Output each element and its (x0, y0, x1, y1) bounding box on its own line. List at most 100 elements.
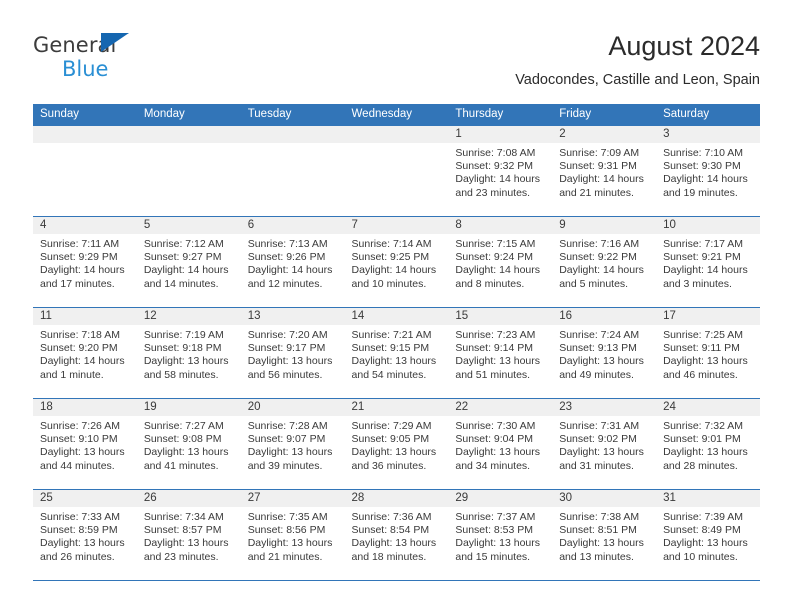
daylight-duration-line2: and 5 minutes. (559, 277, 629, 290)
daylight-duration-line2: and 15 minutes. (455, 550, 531, 563)
calendar-day-cell[interactable]: 13 Sunrise: 7:20 AM Sunset: 9:17 PM Dayligh… (240, 307, 345, 399)
day-details: Sunrise: 7:38 AM Sunset: 8:51 PM Daylight:… (552, 507, 656, 564)
sunset-time: Sunset: 9:04 PM (455, 433, 534, 446)
general-blue-logo[interactable]: General Blue (33, 30, 203, 86)
calendar-day-cell[interactable]: 3 Sunrise: 7:10 AM Sunset: 9:30 PM Daylight… (656, 126, 760, 217)
calendar-day-cell[interactable]: 7 Sunrise: 7:14 AM Sunset: 9:25 PM Daylight… (344, 216, 449, 308)
sunrise-time: Sunrise: 7:34 AM (143, 511, 224, 523)
sunrise-time: Sunrise: 7:37 AM (455, 511, 536, 523)
calendar-cell-empty (344, 126, 449, 217)
calendar-day-cell[interactable]: 14 Sunrise: 7:21 AM Sunset: 9:15 PM Dayligh… (344, 307, 449, 399)
day-number: 7 (344, 217, 449, 234)
calendar-day-cell[interactable]: 17 Sunrise: 7:25 AM Sunset: 9:11 PM Dayligh… (656, 307, 760, 399)
calendar-day-cell[interactable]: 24 Sunrise: 7:32 AM Sunset: 9:01 PM Dayligh… (656, 398, 760, 490)
day-number: 10 (656, 217, 760, 234)
sunset-time: Sunset: 8:59 PM (40, 524, 118, 537)
calendar-day-cell[interactable]: 1 Sunrise: 7:08 AM Sunset: 9:32 PM Daylight… (448, 126, 553, 217)
day-cell-inner: 15 Sunrise: 7:23 AM Sunset: 9:14 PM Dayligh… (448, 308, 553, 398)
calendar-day-cell[interactable]: 6 Sunrise: 7:13 AM Sunset: 9:26 PM Daylight… (240, 216, 345, 308)
day-number (344, 126, 449, 143)
sunset-time: Sunset: 9:02 PM (559, 433, 637, 446)
sunset-time: Sunset: 9:14 PM (455, 342, 534, 355)
sunset-time: Sunset: 9:29 PM (40, 251, 118, 264)
calendar-day-cell[interactable]: 19 Sunrise: 7:27 AM Sunset: 9:08 PM Dayligh… (136, 398, 241, 490)
calendar-day-cell[interactable]: 21 Sunrise: 7:29 AM Sunset: 9:05 PM Dayligh… (344, 398, 449, 490)
day-cell-inner: 6 Sunrise: 7:13 AM Sunset: 9:26 PM Daylight… (240, 217, 345, 307)
calendar-day-cell[interactable]: 5 Sunrise: 7:12 AM Sunset: 9:27 PM Daylight… (136, 216, 241, 308)
sunrise-time: Sunrise: 7:20 AM (247, 329, 328, 341)
calendar-day-cell[interactable]: 8 Sunrise: 7:15 AM Sunset: 9:24 PM Daylight… (448, 216, 553, 308)
daylight-duration-line2: and 54 minutes. (351, 368, 427, 381)
daylight-duration-line1: Daylight: 13 hours (663, 446, 748, 459)
calendar-day-cell[interactable]: 20 Sunrise: 7:28 AM Sunset: 9:07 PM Dayligh… (240, 398, 345, 490)
daylight-duration-line2: and 1 minute. (40, 368, 104, 381)
daylight-duration-line1: Daylight: 13 hours (247, 355, 333, 368)
calendar-day-cell[interactable]: 23 Sunrise: 7:31 AM Sunset: 9:02 PM Dayligh… (552, 398, 657, 490)
calendar-day-cell[interactable]: 29 Sunrise: 7:37 AM Sunset: 8:53 PM Dayligh… (448, 489, 553, 581)
day-number: 11 (33, 308, 137, 325)
calendar-bottom-rule-cell (656, 580, 760, 581)
calendar-day-cell[interactable]: 15 Sunrise: 7:23 AM Sunset: 9:14 PM Dayligh… (448, 307, 553, 399)
daylight-duration-line1: Daylight: 13 hours (559, 537, 644, 550)
calendar-day-cell[interactable]: 22 Sunrise: 7:30 AM Sunset: 9:04 PM Dayligh… (448, 398, 553, 490)
sunset-time: Sunset: 8:53 PM (455, 524, 534, 537)
calendar-day-cell[interactable]: 18 Sunrise: 7:26 AM Sunset: 9:10 PM Dayligh… (33, 398, 137, 490)
sunset-time: Sunset: 8:56 PM (247, 524, 326, 537)
daylight-duration-line1: Daylight: 14 hours (559, 264, 644, 277)
sunrise-time: Sunrise: 7:21 AM (351, 329, 432, 341)
sunrise-time: Sunrise: 7:18 AM (40, 329, 120, 341)
day-details: Sunrise: 7:33 AM Sunset: 8:59 PM Daylight:… (33, 507, 137, 564)
calendar-day-cell[interactable]: 25 Sunrise: 7:33 AM Sunset: 8:59 PM Dayligh… (33, 489, 137, 581)
sunrise-time: Sunrise: 7:12 AM (143, 238, 224, 250)
calendar-day-cell[interactable]: 4 Sunrise: 7:11 AM Sunset: 9:29 PM Daylight… (33, 216, 137, 308)
day-number: 29 (448, 490, 553, 507)
sunset-time: Sunset: 9:30 PM (663, 160, 741, 173)
daylight-duration-line2: and 10 minutes. (663, 550, 738, 563)
sunrise-time: Sunrise: 7:25 AM (663, 329, 744, 341)
calendar-day-cell[interactable]: 11 Sunrise: 7:18 AM Sunset: 9:20 PM Dayligh… (33, 307, 137, 399)
calendar-day-cell[interactable]: 26 Sunrise: 7:34 AM Sunset: 8:57 PM Dayligh… (136, 489, 241, 581)
calendar-day-cell[interactable]: 10 Sunrise: 7:17 AM Sunset: 9:21 PM Dayligh… (656, 216, 760, 308)
calendar-bottom-rule-cell (136, 580, 241, 581)
day-number: 4 (33, 217, 137, 234)
day-cell-inner: 19 Sunrise: 7:27 AM Sunset: 9:08 PM Dayligh… (136, 399, 241, 489)
calendar-body: 1 Sunrise: 7:08 AM Sunset: 9:32 PM Daylight… (33, 126, 760, 581)
day-number: 5 (136, 217, 241, 234)
day-details: Sunrise: 7:37 AM Sunset: 8:53 PM Daylight:… (448, 507, 552, 564)
sunset-time: Sunset: 9:25 PM (351, 251, 430, 264)
day-details: Sunrise: 7:16 AM Sunset: 9:22 PM Daylight:… (552, 234, 656, 291)
calendar-week-row: 1 Sunrise: 7:08 AM Sunset: 9:32 PM Daylight… (33, 126, 760, 217)
calendar-day-cell[interactable]: 31 Sunrise: 7:39 AM Sunset: 8:49 PM Dayligh… (656, 489, 760, 581)
calendar-day-cell[interactable]: 2 Sunrise: 7:09 AM Sunset: 9:31 PM Daylight… (552, 126, 657, 217)
daylight-duration-line1: Daylight: 13 hours (40, 446, 125, 459)
day-cell-inner: 12 Sunrise: 7:19 AM Sunset: 9:18 PM Dayligh… (136, 308, 241, 398)
weekday-header-wednesday: Wednesday (344, 104, 449, 126)
daylight-duration-line2: and 13 minutes. (559, 550, 634, 563)
daylight-duration-line1: Daylight: 13 hours (40, 537, 125, 550)
calendar-day-cell[interactable]: 12 Sunrise: 7:19 AM Sunset: 9:18 PM Dayligh… (136, 307, 241, 399)
day-number: 31 (656, 490, 760, 507)
calendar-day-cell[interactable]: 9 Sunrise: 7:16 AM Sunset: 9:22 PM Daylight… (552, 216, 657, 308)
calendar-day-cell[interactable]: 27 Sunrise: 7:35 AM Sunset: 8:56 PM Dayligh… (240, 489, 345, 581)
daylight-duration-line2: and 14 minutes. (143, 277, 219, 290)
day-details: Sunrise: 7:25 AM Sunset: 9:11 PM Daylight:… (656, 325, 760, 382)
calendar-day-cell[interactable]: 30 Sunrise: 7:38 AM Sunset: 8:51 PM Dayligh… (552, 489, 657, 581)
day-cell-inner (344, 126, 449, 216)
day-number: 16 (552, 308, 657, 325)
day-number: 13 (240, 308, 345, 325)
day-details: Sunrise: 7:20 AM Sunset: 9:17 PM Daylight:… (241, 325, 345, 382)
daylight-duration-line2: and 21 minutes. (247, 550, 323, 563)
day-cell-inner: 24 Sunrise: 7:32 AM Sunset: 9:01 PM Dayligh… (656, 399, 760, 489)
daylight-duration-line1: Daylight: 13 hours (351, 537, 437, 550)
calendar-day-cell[interactable]: 16 Sunrise: 7:24 AM Sunset: 9:13 PM Dayligh… (552, 307, 657, 399)
day-cell-inner (33, 126, 137, 216)
sunrise-time: Sunrise: 7:36 AM (351, 511, 432, 523)
sunrise-time: Sunrise: 7:19 AM (143, 329, 224, 341)
calendar-day-cell[interactable]: 28 Sunrise: 7:36 AM Sunset: 8:54 PM Dayligh… (344, 489, 449, 581)
daylight-duration-line2: and 3 minutes. (663, 277, 732, 290)
sunrise-time: Sunrise: 7:30 AM (455, 420, 536, 432)
day-details: Sunrise: 7:23 AM Sunset: 9:14 PM Daylight:… (448, 325, 552, 382)
day-cell-inner: 28 Sunrise: 7:36 AM Sunset: 8:54 PM Dayligh… (344, 490, 449, 580)
daylight-duration-line1: Daylight: 13 hours (351, 446, 437, 459)
day-cell-inner: 25 Sunrise: 7:33 AM Sunset: 8:59 PM Dayligh… (33, 490, 137, 580)
